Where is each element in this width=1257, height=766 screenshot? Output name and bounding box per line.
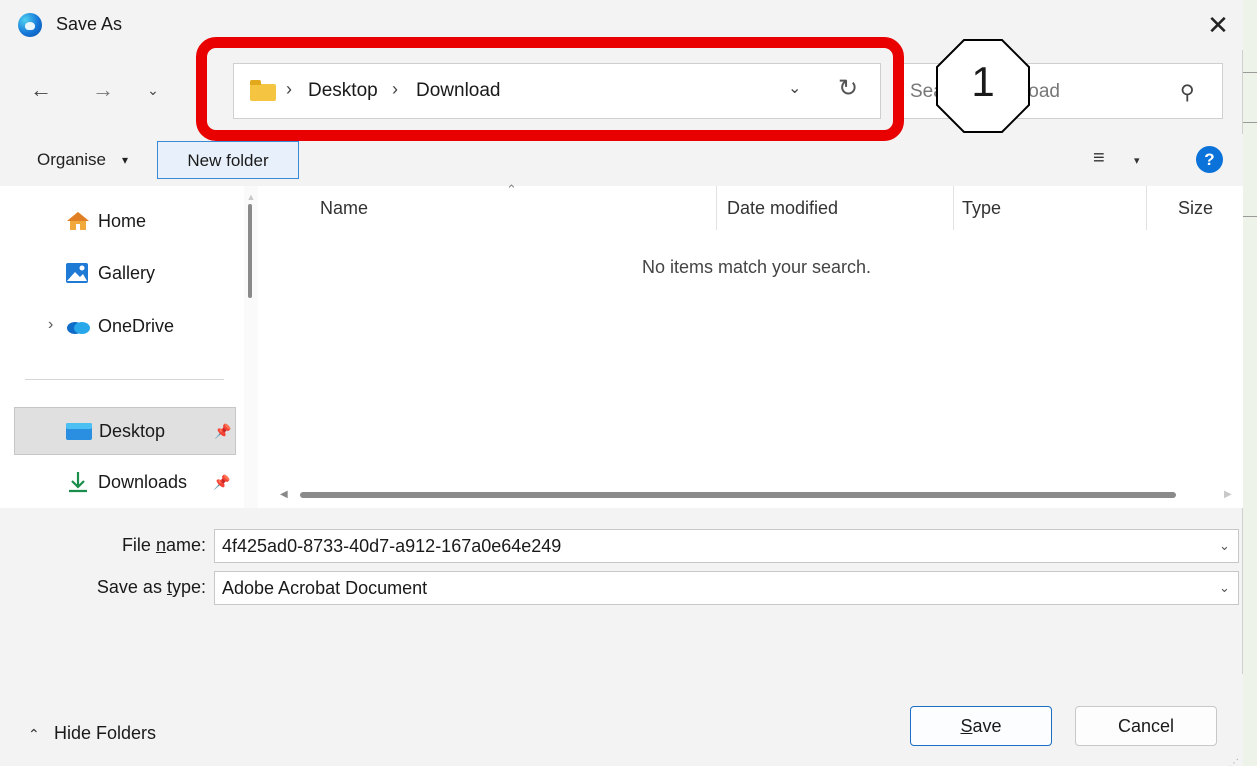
chevron-down-icon[interactable]: ▾ [1134, 154, 1140, 167]
scroll-left-icon[interactable]: ◀ [280, 486, 288, 504]
recent-locations-button[interactable]: ⌄ [138, 72, 168, 108]
sidebar-item-label: OneDrive [98, 316, 175, 336]
sidebar-item-onedrive[interactable]: › OneDrive [14, 303, 236, 351]
save-as-type-value: Adobe Acrobat Document [222, 578, 428, 598]
column-divider[interactable] [1146, 186, 1147, 230]
dialog-footer: ⌃ Hide Folders Save Cancel ⋰ [0, 674, 1243, 766]
background-window [1243, 0, 1257, 766]
onedrive-icon [67, 322, 90, 334]
sidebar-item-home[interactable]: Home [14, 198, 236, 246]
close-button[interactable]: ✕ [1203, 8, 1233, 42]
edge-browser-icon [18, 13, 42, 37]
pin-icon[interactable]: 📌 [214, 423, 231, 440]
sidebar-item-label: Home [98, 211, 147, 231]
scroll-right-icon[interactable]: ▶ [1224, 486, 1232, 504]
pin-icon[interactable]: 📌 [213, 474, 230, 491]
forward-button[interactable]: → [88, 72, 118, 108]
file-name-label: File name: [121, 535, 206, 555]
window-title: Save As [56, 14, 123, 34]
navigation-pane: Home Gallery › OneDrive Desktop 📌 Downlo… [0, 186, 264, 508]
search-icon[interactable]: ⚲ [1180, 80, 1195, 105]
new-folder-button[interactable]: New folder [157, 141, 299, 179]
sidebar-item-label: Gallery [98, 263, 156, 283]
scroll-up-icon[interactable]: ▲ [244, 192, 258, 202]
sidebar-scroll-thumb[interactable] [248, 204, 252, 298]
file-name-value: 4f425ad0-8733-40d7-a912-167a0e64e249 [222, 536, 562, 556]
resize-grip-icon[interactable]: ⋰ [1229, 758, 1239, 766]
desktop-icon [66, 423, 92, 440]
cancel-button[interactable]: Cancel [1075, 706, 1217, 746]
view-options-icon[interactable]: ≡ [1093, 147, 1105, 170]
column-divider[interactable] [716, 186, 717, 230]
horizontal-scroll-thumb[interactable] [300, 492, 1176, 498]
home-icon [67, 212, 89, 230]
chevron-down-icon[interactable]: ⌄ [1219, 538, 1230, 554]
chevron-up-icon[interactable]: ⌃ [28, 726, 40, 743]
column-header-date-modified[interactable]: Date modified [727, 198, 838, 219]
downloads-icon [69, 472, 87, 493]
column-header-name[interactable]: Name [320, 198, 368, 219]
save-button[interactable]: Save [910, 706, 1052, 746]
sidebar-item-label: Desktop [99, 421, 166, 441]
horizontal-scrollbar[interactable]: ◀ ▶ [280, 486, 1240, 504]
chevron-down-icon[interactable]: ⌄ [1219, 580, 1230, 596]
gallery-icon [66, 263, 88, 283]
empty-message: No items match your search. [641, 257, 872, 277]
save-as-type-label: Save as type: [96, 577, 206, 597]
hide-folders-button[interactable]: Hide Folders [54, 723, 156, 744]
save-as-dialog: Save As ✕ ← → ⌄ ↑ › Desktop › Download ⌄… [0, 0, 1243, 766]
save-as-type-select[interactable]: Adobe Acrobat Document ⌄ [214, 571, 1239, 605]
sidebar-item-downloads[interactable]: Downloads 📌 [14, 459, 236, 507]
sidebar-item-label: Downloads [98, 472, 188, 492]
content-area: Home Gallery › OneDrive Desktop 📌 Downlo… [0, 182, 1243, 508]
chevron-right-icon[interactable]: › [48, 316, 53, 334]
organise-menu[interactable]: Organise [37, 150, 106, 170]
help-icon[interactable]: ? [1196, 146, 1223, 173]
highlight-annotation [196, 37, 904, 141]
sort-ascending-icon: ⌃ [506, 182, 517, 197]
file-list[interactable]: ⌃ Name Date modified Type Size No items … [270, 182, 1243, 508]
sidebar-item-desktop[interactable]: Desktop 📌 [14, 407, 236, 455]
callout-number: 1 [971, 58, 995, 105]
sidebar-divider [25, 379, 224, 380]
column-header-size[interactable]: Size [1178, 198, 1213, 219]
column-header-type[interactable]: Type [962, 198, 1001, 219]
sidebar-item-gallery[interactable]: Gallery [14, 250, 236, 298]
new-folder-label: New folder [187, 151, 269, 170]
command-bar: Organise ▾ New folder ≡ ▾ ? [0, 134, 1243, 186]
file-name-field[interactable]: 4f425ad0-8733-40d7-a912-167a0e64e249 ⌄ [214, 529, 1239, 563]
chevron-down-icon[interactable]: ▾ [122, 153, 128, 167]
back-button[interactable]: ← [26, 72, 56, 108]
column-divider[interactable] [953, 186, 954, 230]
